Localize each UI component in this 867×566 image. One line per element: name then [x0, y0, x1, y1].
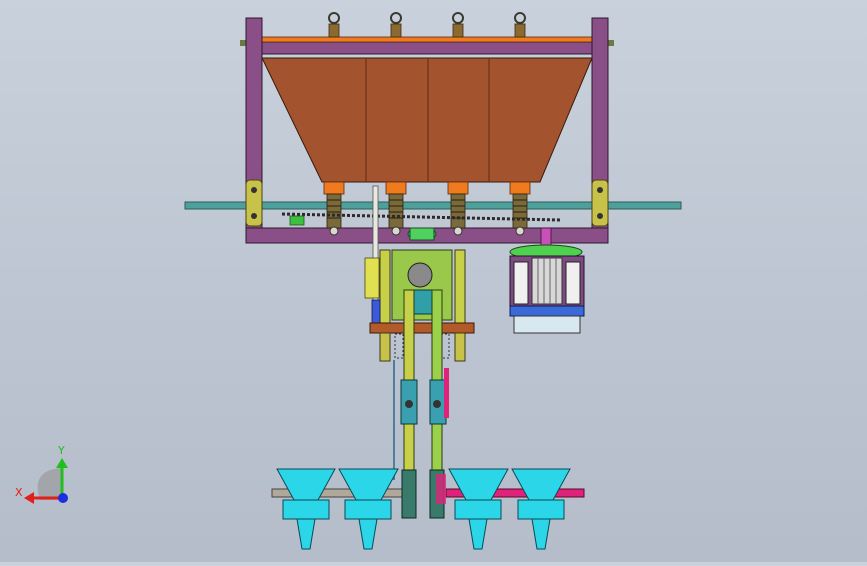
frame-top-rail — [245, 41, 609, 55]
pivot-right — [433, 400, 441, 408]
shank-foot-left — [401, 469, 417, 519]
triad-y-arrow-icon — [56, 458, 68, 468]
triad-x-label: X — [15, 486, 23, 499]
bearing-left — [245, 179, 263, 227]
triad-y-label: Y — [57, 444, 65, 457]
triad-z-axis-icon — [58, 493, 68, 503]
seed-cup-1 — [276, 468, 336, 550]
frame-top-plate — [261, 36, 593, 43]
seed-cup-2 — [338, 468, 399, 550]
bearing-right — [591, 179, 609, 227]
orientation-triad[interactable]: X Y — [15, 444, 68, 504]
outlet-1 — [323, 181, 345, 195]
gearbox-gear — [407, 262, 433, 288]
lower-bracket-left — [379, 332, 391, 362]
tool-bar — [369, 322, 475, 334]
sprocket-hub — [409, 227, 435, 241]
model-scene[interactable]: X Y — [0, 0, 867, 562]
triad-shadow — [37, 468, 62, 500]
outlet-3 — [447, 181, 469, 195]
electric-motor — [509, 227, 585, 334]
spring-left — [394, 333, 404, 359]
gear-cover-blue — [371, 299, 381, 327]
lifting-eye-2 — [390, 12, 402, 38]
outlet-2 — [385, 181, 407, 195]
outlet-4 — [509, 181, 531, 195]
lifting-eye-1 — [328, 12, 340, 38]
pivot-left — [405, 400, 413, 408]
seed-cup-4 — [511, 468, 571, 550]
cad-viewport[interactable]: X Y — [0, 0, 867, 562]
side-bracket-left — [364, 257, 380, 299]
lifting-eye-3 — [452, 12, 464, 38]
lower-bracket-right — [454, 332, 466, 362]
triad-x-arrow-icon — [24, 492, 34, 504]
hopper — [261, 57, 593, 183]
pink-block — [436, 474, 446, 504]
pink-strip — [444, 368, 449, 418]
seed-cup-3 — [448, 468, 509, 550]
chain-tensioner — [289, 215, 305, 226]
lifting-eye-4 — [514, 12, 526, 38]
